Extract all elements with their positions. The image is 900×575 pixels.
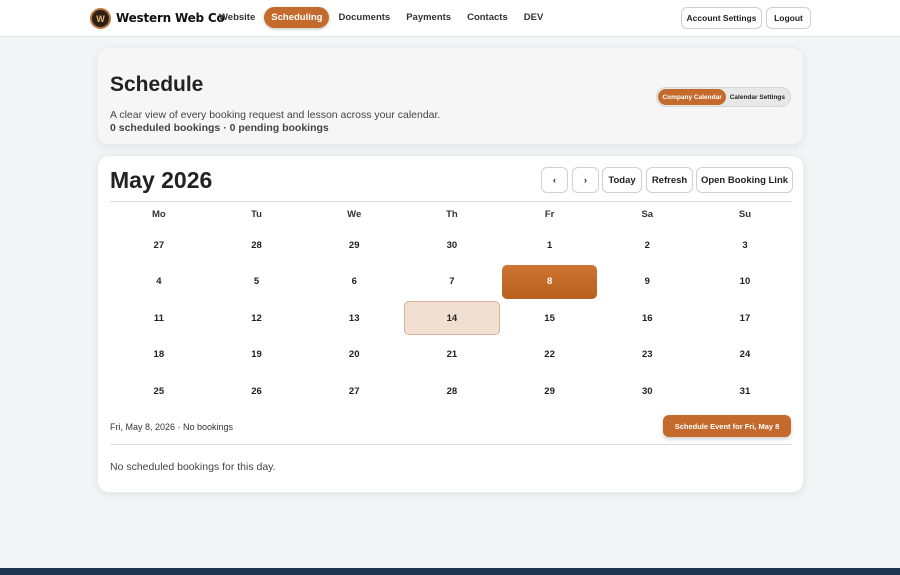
calendar-day[interactable]: 23 <box>599 338 695 372</box>
calendar-view-toggle: Company Calendar Calendar Settings <box>656 87 791 107</box>
divider <box>110 444 792 445</box>
calendar-day[interactable]: 21 <box>404 338 500 372</box>
weekday-label: Th <box>446 209 458 220</box>
weekday-label: Sa <box>641 209 654 220</box>
calendar-day[interactable]: 17 <box>697 301 793 335</box>
calendar-day[interactable]: 12 <box>209 301 305 335</box>
calendar-week: 11 12 13 14 15 16 17 <box>110 301 794 338</box>
empty-bookings-message: No scheduled bookings for this day. <box>110 461 276 473</box>
selected-day-info: Fri, May 8, 2026 · No bookings <box>110 422 234 432</box>
calendar-day[interactable]: 16 <box>599 301 695 335</box>
today-button[interactable]: Today <box>602 167 642 193</box>
weekday-label: Su <box>738 209 752 220</box>
prev-month-button[interactable]: ‹ <box>541 167 568 193</box>
calendar-day[interactable]: 27 <box>111 228 207 262</box>
divider <box>110 201 792 202</box>
calendar-day-today[interactable]: 14 <box>404 301 500 335</box>
calendar-day[interactable]: 18 <box>111 338 207 372</box>
calendar-week: 27 28 29 30 1 2 3 <box>110 228 794 265</box>
shield-logo-icon[interactable]: W <box>90 8 111 29</box>
calendar-day[interactable]: 25 <box>111 374 207 408</box>
calendar-day[interactable]: 31 <box>697 374 793 408</box>
main-nav: Website Scheduling Documents Payments Co… <box>212 7 552 29</box>
account-settings-button[interactable]: Account Settings <box>681 7 762 29</box>
calendar-day[interactable]: 10 <box>697 265 793 299</box>
weekday-label: We <box>347 209 362 220</box>
month-title: May 2026 <box>110 167 213 193</box>
calendar-day[interactable]: 22 <box>502 338 598 372</box>
nav-payments[interactable]: Payments <box>399 7 458 28</box>
calendar-day[interactable]: 15 <box>502 301 598 335</box>
calendar-day[interactable]: 28 <box>404 374 500 408</box>
calendar-day[interactable]: 27 <box>306 374 402 408</box>
calendar-week: 25 26 27 28 29 30 31 <box>110 374 794 411</box>
brand-name[interactable]: Western Web Co <box>116 11 225 25</box>
calendar-day[interactable]: 20 <box>306 338 402 372</box>
calendar-day[interactable]: 7 <box>404 265 500 299</box>
nav-documents[interactable]: Documents <box>331 7 397 28</box>
calendar-day[interactable]: 3 <box>697 228 793 262</box>
weekday-label: Mo <box>151 209 166 220</box>
calendar-day[interactable]: 26 <box>209 374 305 408</box>
calendar-day[interactable]: 30 <box>404 228 500 262</box>
calendar-day-selected[interactable]: 8 <box>501 264 598 299</box>
calendar-day[interactable]: 1 <box>502 228 598 262</box>
booking-counts: 0 scheduled bookings · 0 pending booking… <box>110 122 329 134</box>
calendar-day[interactable]: 9 <box>599 265 695 299</box>
calendar-day[interactable]: 28 <box>209 228 305 262</box>
calendar-day[interactable]: 24 <box>697 338 793 372</box>
nav-website[interactable]: Website <box>212 7 262 28</box>
calendar-day[interactable]: 4 <box>111 265 207 299</box>
weekday-label: Tu <box>251 209 262 220</box>
calendar-day[interactable]: 2 <box>599 228 695 262</box>
next-month-button[interactable]: › <box>572 167 599 193</box>
calendar-day[interactable]: 29 <box>502 374 598 408</box>
calendar-week: 4 5 6 7 8 9 10 <box>110 264 794 302</box>
open-booking-link-button[interactable]: Open Booking Link <box>696 167 793 193</box>
nav-dev[interactable]: DEV <box>517 7 551 28</box>
tab-calendar-settings[interactable]: Calendar Settings <box>726 89 789 105</box>
calendar-week: 18 19 20 21 22 23 24 <box>110 338 794 375</box>
page-subtitle: A clear view of every booking request an… <box>110 109 441 121</box>
page-title: Schedule <box>110 73 204 96</box>
refresh-button[interactable]: Refresh <box>646 167 693 193</box>
schedule-event-button[interactable]: Schedule Event for Fri, May 8 <box>663 415 791 437</box>
calendar-day[interactable]: 5 <box>209 265 305 299</box>
calendar-day[interactable]: 13 <box>306 301 402 335</box>
calendar-grid: 27 28 29 30 1 2 3 4 5 6 7 8 9 10 11 12 1… <box>110 228 794 411</box>
calendar-day[interactable]: 6 <box>306 265 402 299</box>
top-navbar: W Western Web Co Website Scheduling Docu… <box>0 0 900 37</box>
calendar-day[interactable]: 11 <box>111 301 207 335</box>
calendar-day[interactable]: 30 <box>599 374 695 408</box>
calendar-card: May 2026 ‹ › Today Refresh Open Booking … <box>97 155 804 493</box>
window-bottom-edge <box>0 568 900 575</box>
weekday-label: Fr <box>544 209 555 220</box>
nav-contacts[interactable]: Contacts <box>460 7 515 28</box>
nav-scheduling[interactable]: Scheduling <box>264 7 330 28</box>
calendar-day[interactable]: 29 <box>306 228 402 262</box>
tab-company-calendar[interactable]: Company Calendar <box>658 89 726 105</box>
logout-button[interactable]: Logout <box>766 7 811 29</box>
schedule-header-card: Schedule A clear view of every booking r… <box>97 47 804 145</box>
weekday-header: Mo Tu We Th Fr Sa Su <box>110 209 794 220</box>
calendar-day[interactable]: 19 <box>209 338 305 372</box>
